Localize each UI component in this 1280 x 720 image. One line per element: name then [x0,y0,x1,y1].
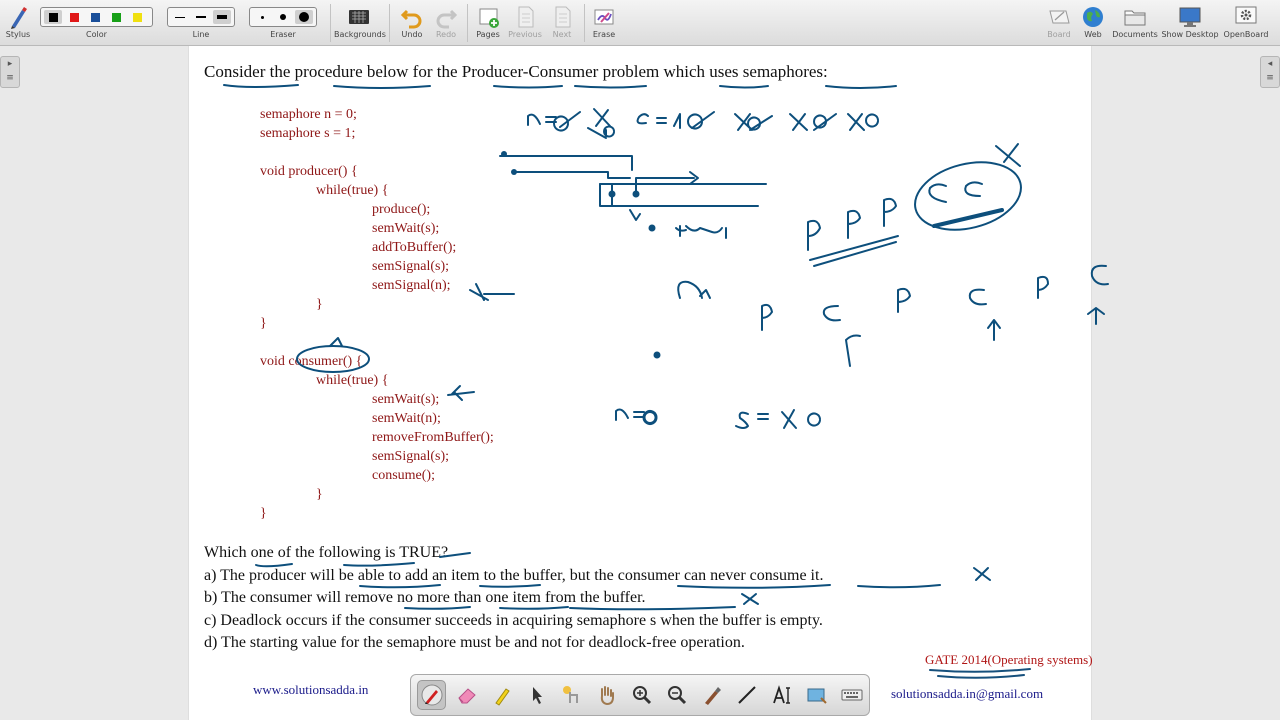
erase-all-icon [594,9,614,25]
globe-icon [1083,7,1103,27]
openboard-button[interactable]: OpenBoard [1222,2,1270,44]
line-medium-button[interactable] [192,10,210,24]
next-button[interactable]: Next [546,2,578,44]
stylus-button[interactable]: Stylus [4,2,32,44]
line-tool-button[interactable] [732,680,761,710]
color-swatch-red[interactable] [65,10,83,24]
previous-button[interactable]: Previous [506,2,544,44]
erase-label: Erase [592,30,616,39]
documents-label: Documents [1112,30,1158,39]
text-icon [772,685,790,704]
board-label: Board [1047,30,1071,39]
text-tool-button[interactable] [767,680,796,710]
folder-icon [1124,10,1146,26]
backgrounds-label: Backgrounds [334,30,386,39]
line-thin-button[interactable] [171,10,189,24]
color-swatch-yellow[interactable] [128,10,146,24]
keyboard-icon [841,689,862,701]
pen-icon [421,684,442,706]
show-desktop-label: Show Desktop [1161,30,1219,39]
select-tool-button[interactable] [522,680,551,710]
highlighter-icon [494,688,510,706]
add-page-icon [479,8,499,28]
laser-pointer-icon [562,686,578,703]
desktop-icon [1179,7,1201,27]
color-swatch-black[interactable] [44,10,62,24]
undo-button[interactable]: Undo [396,2,428,44]
toolbar-separator [389,4,390,42]
next-label: Next [552,30,572,39]
next-page-icon [555,6,571,28]
redo-icon [436,9,458,29]
pages-button[interactable]: Pages [472,2,504,44]
tool-dock [410,674,870,716]
eraser-medium-button[interactable] [274,10,292,24]
board-button[interactable]: Board [1044,2,1074,44]
virtual-keyboard-button[interactable] [837,680,866,710]
right-library-panel-tab[interactable]: ◂ ≡ [1260,56,1280,88]
zoom-in-button[interactable] [627,680,656,710]
eraser-label: Eraser [270,30,296,39]
pen-tool-button[interactable] [417,680,446,710]
line-label: Line [192,30,210,39]
backgrounds-button[interactable]: Backgrounds [334,2,386,44]
eraser-large-button[interactable] [295,10,313,24]
board-icon [1049,10,1070,24]
zoom-in-icon [632,686,651,705]
eraser-tool-button[interactable] [452,680,481,710]
zoom-out-icon [667,686,686,705]
stylus-label: Stylus [5,30,31,39]
undo-icon [400,9,422,29]
backgrounds-icon [349,10,369,24]
toolbar-separator [467,4,468,42]
pointer-icon [532,687,542,704]
screenshot-icon [807,688,827,704]
interact-tool-button[interactable] [557,680,586,710]
previous-page-icon [518,6,534,28]
color-swatch-green[interactable] [107,10,125,24]
line-icon [737,686,756,704]
highlighter-tool-button[interactable] [487,680,516,710]
web-label: Web [1084,30,1102,39]
toolbar-separator [330,4,331,42]
zoom-out-button[interactable] [662,680,691,710]
color-palette [40,7,153,27]
hand-icon [600,686,614,706]
undo-label: Undo [401,30,423,39]
stylus-icon [11,7,27,29]
previous-label: Previous [508,30,542,39]
color-swatch-blue[interactable] [86,10,104,24]
line-width-group [167,7,235,27]
web-button[interactable]: Web [1078,2,1108,44]
screenshot-tool-button[interactable] [802,680,831,710]
erase-button[interactable]: Erase [588,2,620,44]
settings-gear-icon [1235,6,1257,24]
capture-icon [704,687,721,705]
documents-button[interactable]: Documents [1112,2,1158,44]
whiteboard-page[interactable] [188,46,1092,720]
toolbar-separator [584,4,585,42]
main-toolbar: Stylus Color Line Eraser Backgrounds Und… [0,0,1280,46]
color-label: Color [86,30,107,39]
capture-tool-button[interactable] [697,680,726,710]
show-desktop-button[interactable]: Show Desktop [1161,2,1219,44]
redo-button[interactable]: Redo [430,2,462,44]
eraser-icon [457,688,476,704]
eraser-small-button[interactable] [253,10,271,24]
left-pages-panel-tab[interactable]: ▸ ≡ [0,56,20,88]
pages-label: Pages [476,30,500,39]
hand-tool-button[interactable] [592,680,621,710]
eraser-size-group [249,7,317,27]
openboard-label: OpenBoard [1223,30,1269,39]
redo-label: Redo [435,30,457,39]
line-thick-button[interactable] [213,10,231,24]
